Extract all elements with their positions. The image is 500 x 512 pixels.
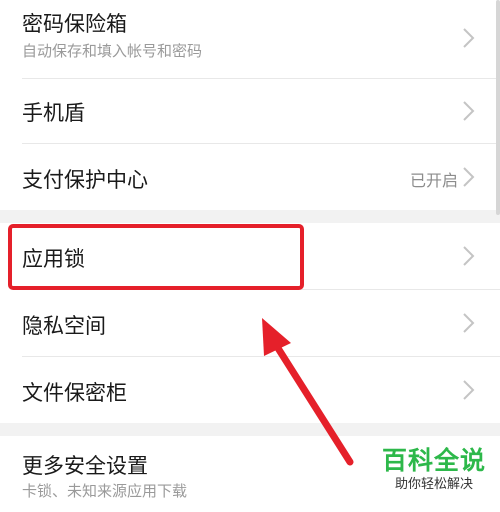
row-payment-protection[interactable]: 支付保护中心 已开启 xyxy=(0,144,500,210)
row-file-safe[interactable]: 文件保密柜 xyxy=(0,357,500,423)
payment-protection-status: 已开启 xyxy=(409,171,458,190)
watermark-logo: 百科全说 助你轻松解决 xyxy=(378,446,490,504)
row-phone-shield[interactable]: 手机盾 xyxy=(0,79,500,143)
settings-screen: 密码保险箱 自动保存和填入帐号和密码 手机盾 支付保护中心 已开启 应用锁 隐私… xyxy=(0,0,500,512)
password-vault-subtitle: 自动保存和填入帐号和密码 xyxy=(22,42,203,60)
file-safe-title: 文件保密柜 xyxy=(22,381,127,405)
more-security-title: 更多安全设置 xyxy=(22,454,148,478)
chevron-right-icon xyxy=(463,28,475,48)
private-space-title: 隐私空间 xyxy=(22,314,106,338)
row-password-vault[interactable]: 密码保险箱 自动保存和填入帐号和密码 xyxy=(0,0,500,78)
chevron-right-icon xyxy=(463,313,475,333)
chevron-right-icon xyxy=(463,380,475,400)
chevron-right-icon xyxy=(463,101,475,121)
highlight-box xyxy=(8,224,304,290)
payment-protection-title: 支付保护中心 xyxy=(22,168,148,192)
password-vault-title: 密码保险箱 xyxy=(22,12,127,36)
section-gap xyxy=(0,210,500,223)
more-security-subtitle: 卡锁、未知来源应用下载 xyxy=(22,482,188,500)
row-private-space[interactable]: 隐私空间 xyxy=(0,290,500,356)
chevron-right-icon xyxy=(463,246,475,266)
watermark-main-text: 百科全说 xyxy=(381,446,486,475)
chevron-right-icon xyxy=(463,167,475,187)
scrollbar[interactable] xyxy=(496,0,500,215)
phone-shield-title: 手机盾 xyxy=(22,101,85,125)
watermark-sub-text: 助你轻松解决 xyxy=(394,477,473,492)
section-gap xyxy=(0,423,500,436)
